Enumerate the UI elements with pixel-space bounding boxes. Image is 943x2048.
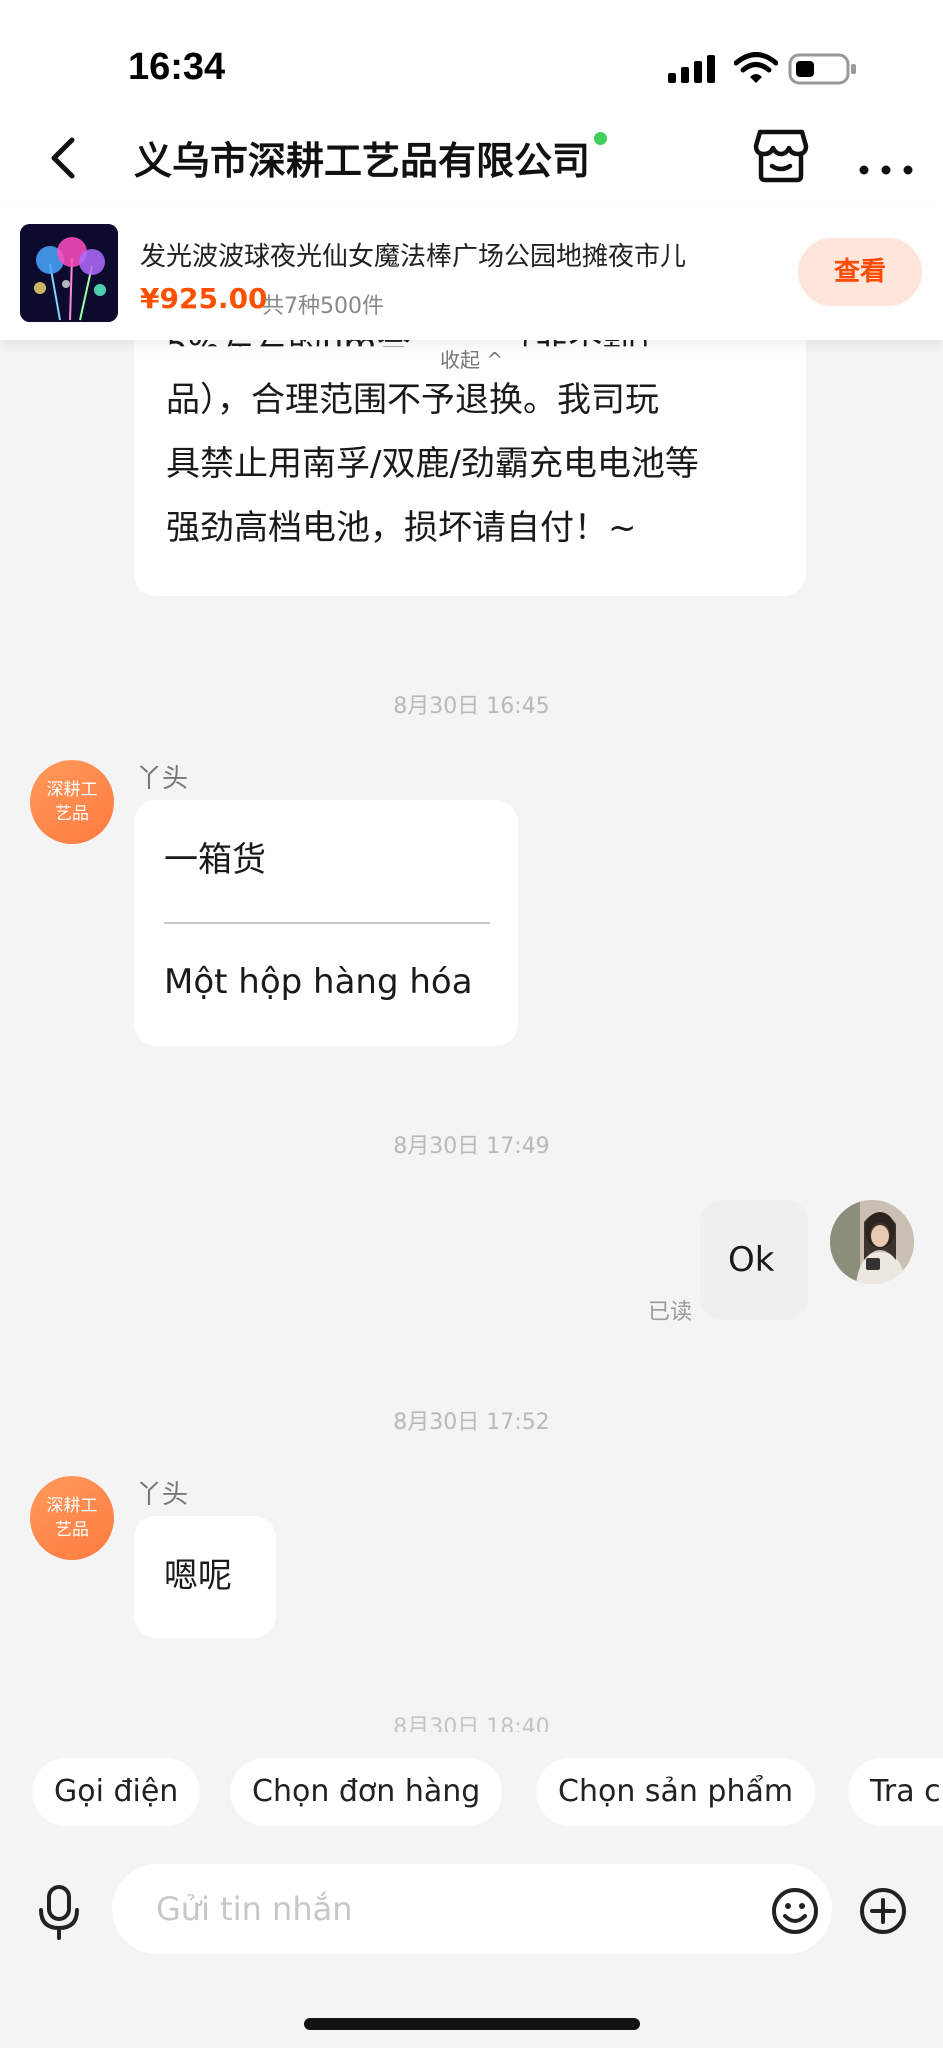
shop-avatar-text: 深耕工 — [46, 1496, 98, 1516]
timestamp-partial: 8月30日 18:40 — [393, 1715, 550, 1732]
quick-actions-bar: Gọi điện Chọn đơn hàng Chọn sản phẩm Tra… — [0, 1750, 943, 1838]
shop-avatar[interactable]: 深耕工 艺品 — [30, 760, 114, 844]
shop-avatar-text: 艺品 — [55, 1520, 89, 1540]
quick-action-lookup[interactable]: Tra cứu — [848, 1758, 943, 1826]
page-title: 义乌市深耕工艺品有限公司 — [134, 139, 591, 183]
timestamp: 8月30日 17:49 — [393, 1134, 550, 1159]
message-bubble[interactable]: 嗯呢 — [134, 1516, 276, 1638]
product-price: ¥925.00 — [140, 282, 268, 315]
status-time: 16:34 — [128, 46, 226, 88]
message-line: 强劲高档电池，损坏请自付！~ — [166, 508, 637, 548]
home-indicator — [304, 2018, 640, 2030]
glowing-wand-image-icon — [20, 224, 118, 322]
microphone-icon[interactable] — [36, 1884, 82, 1940]
product-count: 共7种500件 — [262, 294, 384, 319]
chat-header: 义乌市深耕工艺品有限公司 — [0, 110, 943, 210]
message-translation-text: Một hộp hàng hóa — [164, 962, 473, 1002]
message-original-text: 一箱货 — [164, 840, 266, 880]
input-bar — [0, 1846, 943, 2048]
message-bubble[interactable]: 一箱货 Một hộp hàng hóa — [134, 800, 518, 1046]
sender-name: 丫头 — [136, 1480, 189, 1510]
read-status: 已读 — [648, 1300, 693, 1325]
quick-action-select-product[interactable]: Chọn sản phẩm — [536, 1758, 816, 1826]
shop-avatar-text: 艺品 — [55, 804, 89, 824]
quick-action-select-order[interactable]: Chọn đơn hàng — [230, 1758, 503, 1826]
timestamp: 8月30日 17:52 — [393, 1410, 550, 1435]
message-line: 品），合理范围不予退换。我司玩 — [166, 380, 659, 420]
wifi-icon — [734, 52, 778, 83]
user-photo-icon — [830, 1200, 914, 1284]
message-line: 具禁止用南孚/双鹿/劲霸充电电池等 — [166, 444, 699, 484]
shop-avatar[interactable]: 深耕工 艺品 — [30, 1476, 114, 1560]
product-thumbnail — [20, 224, 118, 322]
battery-icon — [788, 53, 856, 85]
signal-icon — [668, 55, 715, 83]
product-title: 发光波波球夜光仙女魔法棒广场公园地摊夜市儿 — [140, 242, 687, 272]
translation-divider — [164, 922, 490, 924]
product-card[interactable]: 发光波波球夜光仙女魔法棒广场公园地摊夜市儿 ¥925.00 共7种500件 查看 — [0, 208, 943, 340]
status-bar: 16:34 — [0, 0, 943, 118]
add-attachment-icon[interactable] — [858, 1886, 908, 1936]
message-text: 嗯呢 — [164, 1556, 232, 1596]
timestamp: 8月30日 16:45 — [393, 694, 550, 719]
more-options-icon[interactable] — [856, 132, 916, 182]
message-text: Ok — [728, 1240, 775, 1280]
quick-action-call[interactable]: Gọi điện — [32, 1758, 201, 1826]
sender-name: 丫头 — [136, 764, 189, 794]
emoji-icon[interactable] — [770, 1886, 820, 1936]
shop-avatar-text: 深耕工 — [46, 780, 98, 800]
message-input[interactable] — [112, 1864, 832, 1954]
message-bubble-self[interactable]: Ok — [700, 1200, 808, 1320]
store-icon[interactable] — [752, 124, 810, 186]
long-message-text: 品），合理范围不予退换。我司玩 具禁止用南孚/双鹿/劲霸充电电池等 强劲高档电池… — [166, 368, 699, 560]
view-product-button[interactable]: 查看 — [798, 238, 922, 306]
back-arrow-icon[interactable] — [36, 128, 96, 188]
user-avatar[interactable] — [830, 1200, 914, 1284]
online-status-dot — [594, 132, 607, 145]
